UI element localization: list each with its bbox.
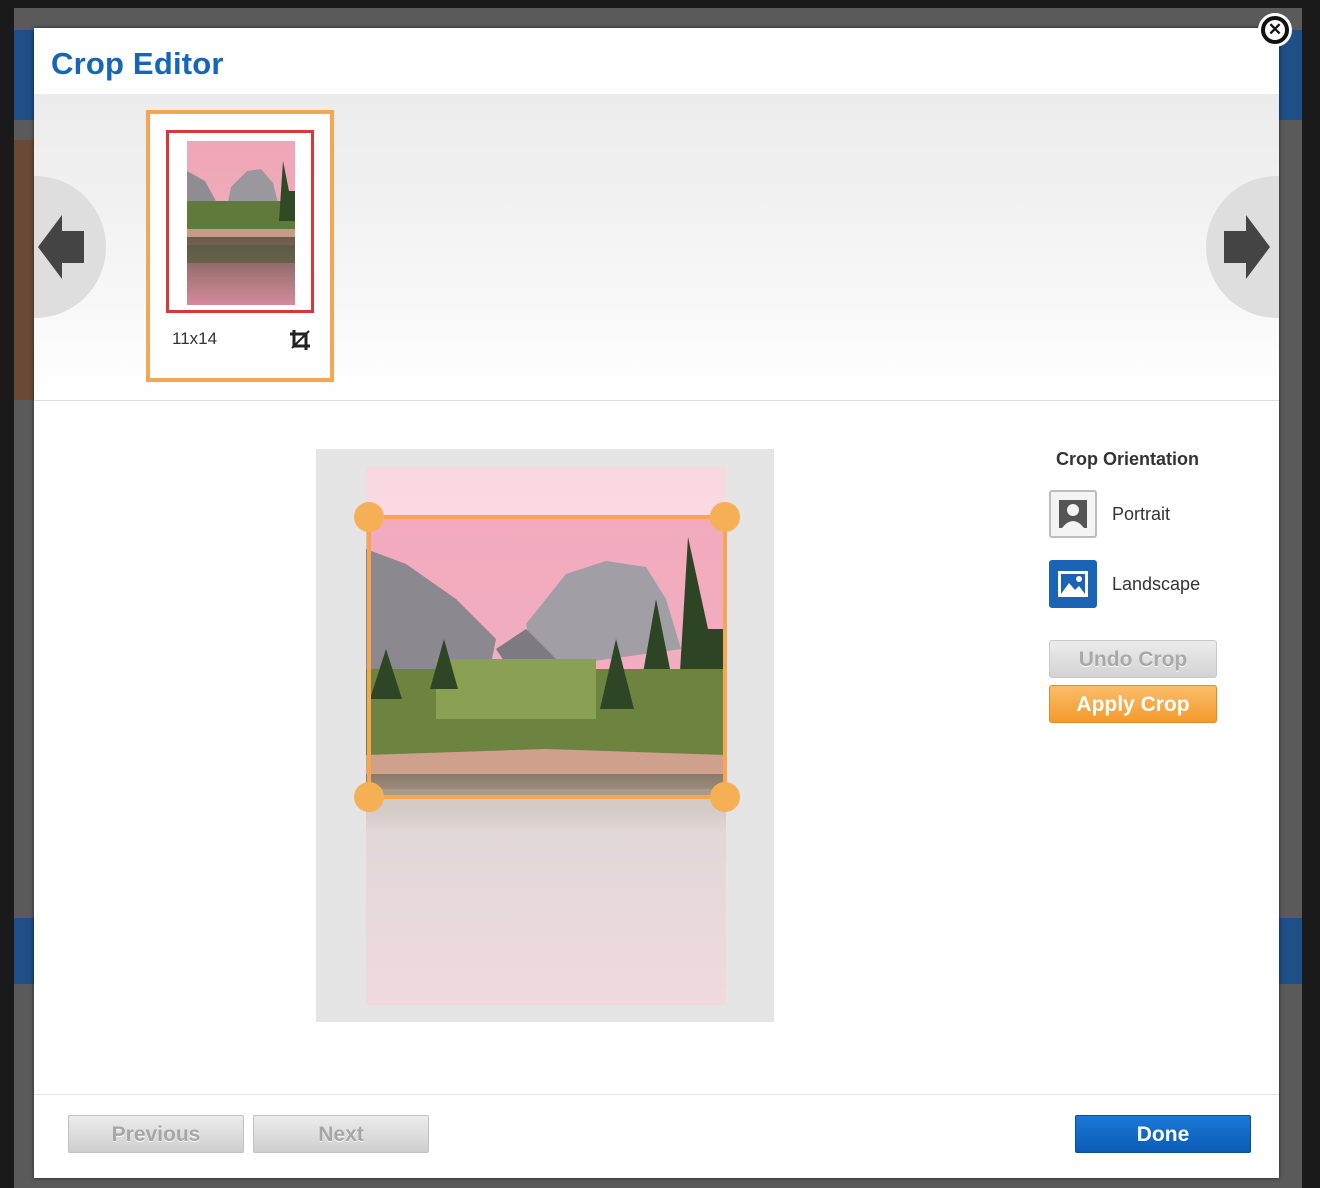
carousel-prev-button[interactable] [34,176,106,318]
next-button[interactable]: Next [253,1115,429,1153]
arrow-left-icon [38,215,84,279]
thumbnail-frame[interactable] [166,130,314,313]
carousel-next-button[interactable] [1206,176,1279,318]
portrait-label: Portrait [1112,504,1171,524]
crop-icon[interactable] [288,328,312,352]
crop-preview-area [316,449,774,1022]
crop-orientation-title: Crop Orientation [1056,449,1199,469]
thumbnail-carousel: 11x14 [34,94,1279,401]
background-image-strip [14,140,36,400]
landscape-label: Landscape [1112,574,1201,594]
crop-handle-bottom-left[interactable] [354,782,384,812]
landscape-icon [1049,560,1097,608]
thumbnail-image [187,141,295,305]
crop-dim-top [366,467,726,517]
apply-crop-button[interactable]: Apply Crop [1049,685,1217,723]
thumbnail-size-label: 11x14 [172,329,218,348]
close-icon: ✕ [1265,20,1285,40]
crop-handle-top-right[interactable] [710,502,740,532]
done-button[interactable]: Done [1075,1115,1251,1153]
portrait-icon [1049,490,1097,538]
arrow-right-icon [1224,215,1270,279]
landscape-option[interactable]: Landscape [1049,560,1239,612]
crop-handle-top-left[interactable] [354,502,384,532]
undo-crop-button[interactable]: Undo Crop [1049,640,1217,678]
close-button[interactable]: ✕ [1258,13,1292,47]
crop-handle-bottom-right[interactable] [710,782,740,812]
previous-button[interactable]: Previous [68,1115,244,1153]
portrait-option[interactable]: Portrait [1049,490,1239,542]
modal-footer: Previous Next Done [34,1094,1279,1179]
thumbnail-card-selected[interactable]: 11x14 [146,110,334,382]
crop-preview-canvas[interactable] [316,449,774,1022]
modal-title: Crop Editor [51,46,224,81]
crop-editor-modal: Crop Editor 11x14 Crop Orientation Portr… [34,28,1279,1178]
crop-dim-bottom [366,799,726,1005]
